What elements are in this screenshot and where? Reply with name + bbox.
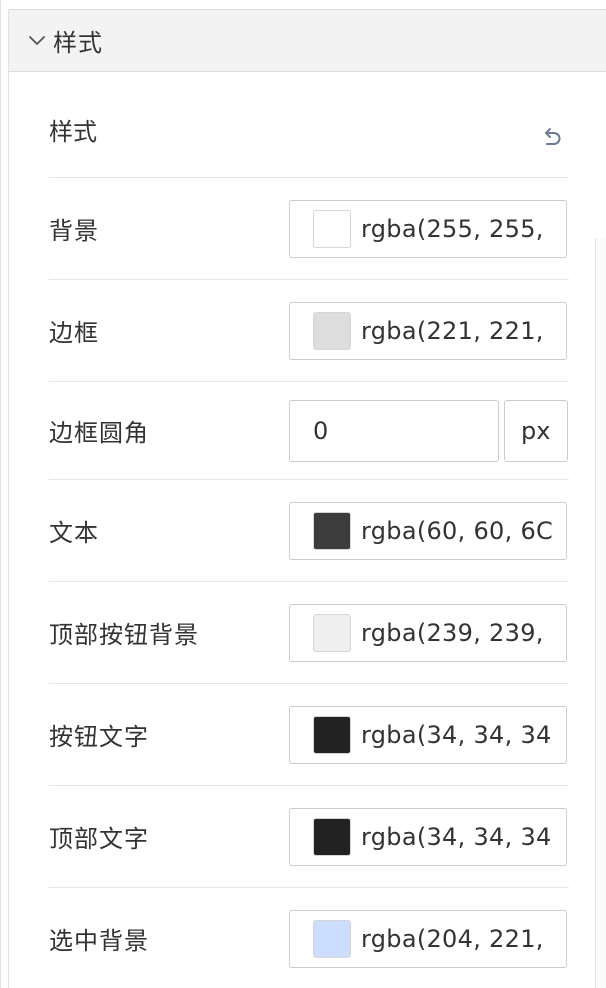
color-value: rgba(204, 221, [361, 924, 544, 953]
field-row-text: 文本 rgba(60, 60, 6C [49, 480, 569, 582]
top-text-color-picker[interactable]: rgba(34, 34, 34 [289, 807, 567, 866]
field-label: 背景 [49, 217, 99, 245]
border-radius-unit-select[interactable]: px [504, 399, 568, 462]
color-swatch[interactable] [313, 209, 351, 248]
color-value: rgba(255, 255, [361, 214, 544, 243]
color-swatch[interactable] [313, 715, 351, 754]
color-swatch[interactable] [313, 311, 351, 350]
field-label: 按钮文字 [49, 723, 149, 751]
button-text-color-picker[interactable]: rgba(34, 34, 34 [289, 705, 567, 764]
color-value: rgba(34, 34, 34 [361, 720, 552, 749]
field-row-border-radius: 边框圆角 0 px [49, 382, 569, 480]
style-fields: 样式 背景 rgba(255, 255, 边框 rgba(221, 221, 边… [49, 72, 569, 988]
color-value: rgba(239, 239, [361, 618, 544, 647]
border-radius-input[interactable]: 0 [289, 399, 499, 462]
field-row-selected-background: 选中背景 rgba(204, 221, [49, 888, 569, 988]
field-row-background: 背景 rgba(255, 255, [49, 178, 569, 280]
field-row-border: 边框 rgba(221, 221, [49, 280, 569, 382]
color-swatch[interactable] [313, 919, 351, 958]
color-value: rgba(34, 34, 34 [361, 822, 552, 851]
panel-left-border [8, 10, 9, 988]
color-swatch[interactable] [313, 817, 351, 856]
field-row-button-text: 按钮文字 rgba(34, 34, 34 [49, 684, 569, 786]
color-swatch[interactable] [313, 511, 351, 550]
border-color-picker[interactable]: rgba(221, 221, [289, 301, 567, 360]
field-row-top-button-background: 顶部按钮背景 rgba(239, 239, [49, 582, 569, 684]
field-label: 文本 [49, 519, 99, 547]
field-label: 边框 [49, 319, 99, 347]
background-color-picker[interactable]: rgba(255, 255, [289, 199, 567, 258]
style-row-label: 样式 [49, 118, 97, 146]
color-value: rgba(221, 221, [361, 316, 544, 345]
top-button-background-color-picker[interactable]: rgba(239, 239, [289, 603, 567, 662]
field-label: 边框圆角 [49, 419, 149, 447]
section-title: 样式 [53, 29, 103, 57]
field-label: 顶部按钮背景 [49, 621, 199, 649]
style-section-header[interactable]: 样式 [9, 10, 606, 72]
color-value: rgba(60, 60, 6C [361, 516, 554, 545]
field-label: 选中背景 [49, 927, 149, 955]
style-panel: 样式 样式 背景 rgba(255, 255, 边框 rgba(221, 221… [0, 0, 606, 988]
field-row-top-text: 顶部文字 rgba(34, 34, 34 [49, 786, 569, 888]
color-swatch[interactable] [313, 613, 351, 652]
scrollbar[interactable] [595, 238, 606, 988]
undo-icon[interactable] [539, 124, 565, 150]
text-color-picker[interactable]: rgba(60, 60, 6C [289, 501, 567, 560]
selected-background-color-picker[interactable]: rgba(204, 221, [289, 909, 567, 968]
style-row: 样式 [49, 72, 569, 178]
chevron-down-icon[interactable] [23, 27, 51, 55]
field-label: 顶部文字 [49, 825, 149, 853]
